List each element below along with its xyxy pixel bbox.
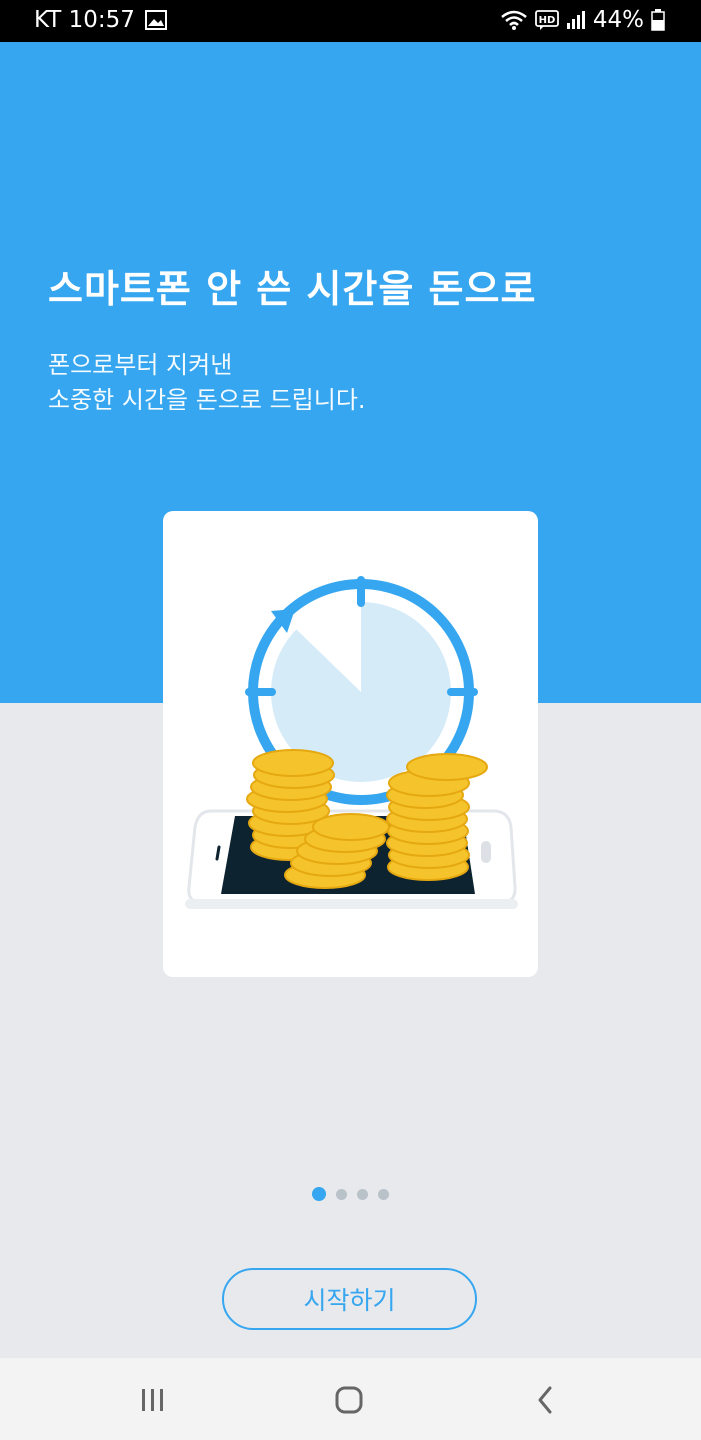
status-bar: KT 10:57 HD 44% xyxy=(0,0,701,42)
carrier-time: KT 10:57 xyxy=(34,7,135,33)
battery-percent: 44% xyxy=(592,7,644,33)
status-right: HD 44% xyxy=(500,7,665,33)
clock-coins-phone-illustration xyxy=(185,576,518,909)
home-icon[interactable] xyxy=(329,1380,369,1420)
page-dot-2[interactable] xyxy=(336,1188,347,1200)
svg-text:HD: HD xyxy=(539,15,556,26)
recent-apps-icon[interactable] xyxy=(133,1380,173,1420)
onboarding-title: 스마트폰 안 쓴 시간을 돈으로 xyxy=(48,267,537,311)
page-indicator xyxy=(0,1186,701,1202)
page-dot-1-active[interactable] xyxy=(312,1187,326,1201)
page-dot-3[interactable] xyxy=(357,1188,368,1200)
wifi-icon xyxy=(500,9,528,31)
hd-voice-icon: HD xyxy=(534,10,559,30)
onboarding-subtitle-line2: 소중한 시간을 돈으로 드립니다. xyxy=(48,386,366,414)
back-icon[interactable] xyxy=(525,1380,565,1420)
gallery-icon xyxy=(144,10,167,30)
page-dot-4[interactable] xyxy=(378,1188,389,1200)
status-left: KT 10:57 xyxy=(34,7,167,33)
signal-icon xyxy=(566,10,586,30)
battery-icon xyxy=(651,9,665,31)
navigation-bar xyxy=(0,1358,701,1440)
onboarding-subtitle-line1: 폰으로부터 지켜낸 xyxy=(48,351,233,379)
start-button[interactable]: 시작하기 xyxy=(222,1268,477,1330)
illustration-card xyxy=(163,511,538,977)
